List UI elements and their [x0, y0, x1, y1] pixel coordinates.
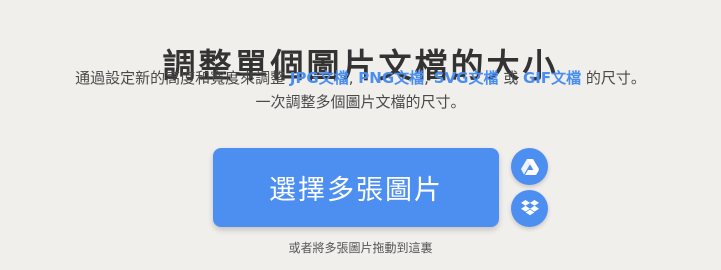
- subtitle-line-1: 通過設定新的高度和寬度來調整 JPG文檔, PNG文檔, SVG文檔 或 GIF…: [0, 66, 721, 90]
- dropbox-icon: [520, 200, 539, 216]
- svg-format-label: SVG文檔: [433, 69, 499, 87]
- or-text: 或: [498, 69, 523, 87]
- gif-format-label: GIF文檔: [523, 69, 582, 87]
- drop-hint: 或者將多張圖片拖動到這裏: [288, 241, 433, 255]
- separator: ,: [424, 69, 434, 87]
- google-drive-button[interactable]: [511, 148, 548, 185]
- subtitle: 通過設定新的高度和寬度來調整 JPG文檔, PNG文檔, SVG文檔 或 GIF…: [0, 66, 721, 114]
- png-format-label: PNG文檔: [358, 69, 425, 87]
- subtitle-prefix: 通過設定新的高度和寬度來調整: [75, 69, 290, 87]
- subtitle-suffix: 的尺寸。: [581, 69, 646, 87]
- dropbox-button[interactable]: [511, 190, 548, 227]
- google-drive-icon: [520, 158, 539, 175]
- select-images-label: 選擇多張圖片: [269, 175, 443, 206]
- separator: ,: [348, 69, 359, 87]
- jpg-format-label: JPG文檔: [289, 69, 349, 87]
- select-images-button[interactable]: 選擇多張圖片: [213, 148, 499, 227]
- subtitle-line-2: 一次調整多個圖片文檔的尺寸。: [255, 93, 466, 111]
